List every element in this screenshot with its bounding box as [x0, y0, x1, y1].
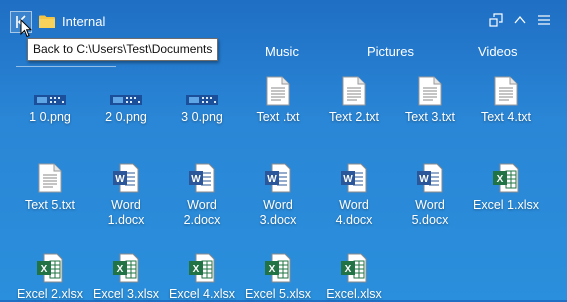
back-tooltip: Back to C:\Users\Test\Documents	[27, 38, 219, 61]
tab-music[interactable]: Music	[265, 44, 299, 59]
hamburger-menu-icon[interactable]	[537, 13, 551, 27]
svg-text:W: W	[115, 174, 125, 185]
file-label: Word 3.docx	[259, 198, 297, 227]
excel-spreadsheet-icon: X	[37, 253, 63, 288]
restore-window-icon[interactable]	[489, 13, 503, 27]
file-label: 3 0.png	[181, 110, 223, 124]
svg-text:X: X	[269, 264, 276, 275]
svg-text:X: X	[41, 264, 48, 275]
svg-text:X: X	[193, 264, 200, 275]
tab-videos[interactable]: Videos	[478, 44, 518, 59]
file-label: Text 5.txt	[24, 198, 76, 212]
excel-spreadsheet-icon: X	[341, 253, 367, 288]
file-label: Text 4.txt	[480, 110, 532, 124]
text-file-icon	[418, 76, 442, 111]
folder-icon	[39, 15, 55, 28]
chevron-up-icon[interactable]	[513, 13, 527, 27]
svg-text:W: W	[267, 174, 277, 185]
svg-text:W: W	[419, 174, 429, 185]
word-document-icon: W	[265, 163, 291, 198]
svg-text:W: W	[191, 174, 201, 185]
file-label: Text 3.txt	[404, 110, 456, 124]
svg-text:W: W	[343, 174, 353, 185]
word-document-icon: W	[113, 163, 139, 198]
text-file-icon	[38, 163, 62, 198]
excel-spreadsheet-icon: X	[189, 253, 215, 288]
window-title: Internal	[62, 14, 106, 29]
file-label: Word 4.docx	[335, 198, 373, 227]
file-label: Word 2.docx	[183, 198, 221, 227]
svg-text:X: X	[497, 174, 504, 185]
excel-spreadsheet-icon: X	[265, 253, 291, 288]
mouse-cursor-icon	[20, 19, 32, 38]
text-file-icon	[342, 76, 366, 111]
file-label: Text 2.txt	[328, 110, 380, 124]
title-bar: Internal	[0, 0, 567, 42]
file-label: Word 5.docx	[411, 198, 449, 227]
word-document-icon: W	[417, 163, 443, 198]
file-label: Excel 1.xlsx	[473, 198, 539, 212]
word-document-icon: W	[189, 163, 215, 198]
tab-underline	[16, 66, 116, 67]
file-label: Word 1.docx	[107, 198, 145, 227]
excel-spreadsheet-icon: X	[113, 253, 139, 288]
excel-spreadsheet-icon: X	[493, 163, 519, 198]
file-label: 1 0.png	[29, 110, 71, 124]
svg-text:X: X	[117, 264, 124, 275]
text-file-icon	[266, 76, 290, 111]
file-label: Text .txt	[256, 110, 300, 124]
file-label: 2 0.png	[105, 110, 147, 124]
word-document-icon: W	[341, 163, 367, 198]
svg-text:X: X	[345, 264, 352, 275]
tab-pictures[interactable]: Pictures	[367, 44, 414, 59]
text-file-icon	[494, 76, 518, 111]
